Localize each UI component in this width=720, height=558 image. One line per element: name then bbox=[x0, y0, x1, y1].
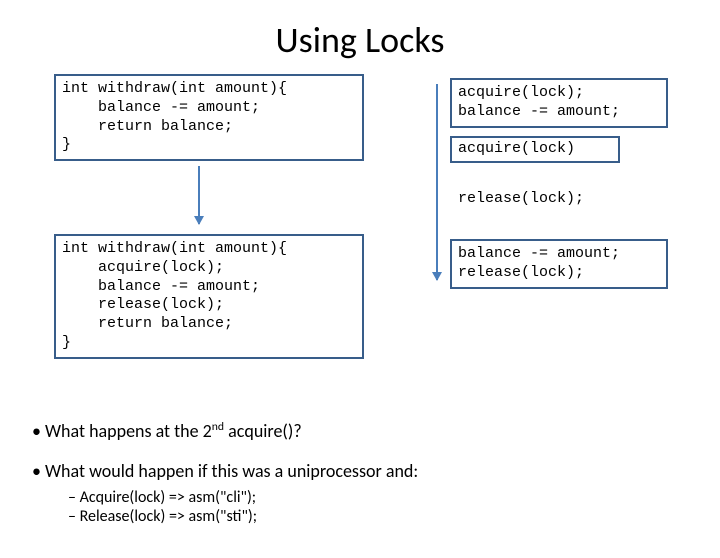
arrow-down-right bbox=[436, 84, 438, 280]
code-release-label: release(lock); bbox=[458, 190, 584, 209]
bullet-list: What happens at the 2nd acquire()? What … bbox=[32, 420, 672, 544]
code-thread2-acquire: acquire(lock) bbox=[450, 136, 620, 163]
bullet-1-sup: nd bbox=[212, 420, 224, 434]
code-thread1-acquire: acquire(lock); balance -= amount; bbox=[450, 78, 668, 128]
code-thread2-continue: balance -= amount; release(lock); bbox=[450, 239, 668, 289]
bullet-1-text-pre: What happens at the 2 bbox=[45, 420, 212, 442]
code-withdraw-original: int withdraw(int amount){ balance -= amo… bbox=[54, 74, 364, 161]
bullet-1-text-post: acquire()? bbox=[224, 420, 302, 442]
sub-bullet-2: Release(lock) => asm("sti"); bbox=[68, 507, 672, 526]
bullet-2-text: What would happen if this was a uniproce… bbox=[45, 460, 418, 482]
bullet-1: What happens at the 2nd acquire()? bbox=[32, 420, 672, 442]
sub-bullet-1: Acquire(lock) => asm("cli"); bbox=[68, 488, 672, 507]
bullet-2: What would happen if this was a uniproce… bbox=[32, 460, 672, 526]
arrow-down-left bbox=[198, 166, 200, 224]
content-area: int withdraw(int amount){ balance -= amo… bbox=[0, 74, 720, 454]
slide-title: Using Locks bbox=[0, 18, 720, 62]
code-withdraw-locked: int withdraw(int amount){ acquire(lock);… bbox=[54, 234, 364, 359]
